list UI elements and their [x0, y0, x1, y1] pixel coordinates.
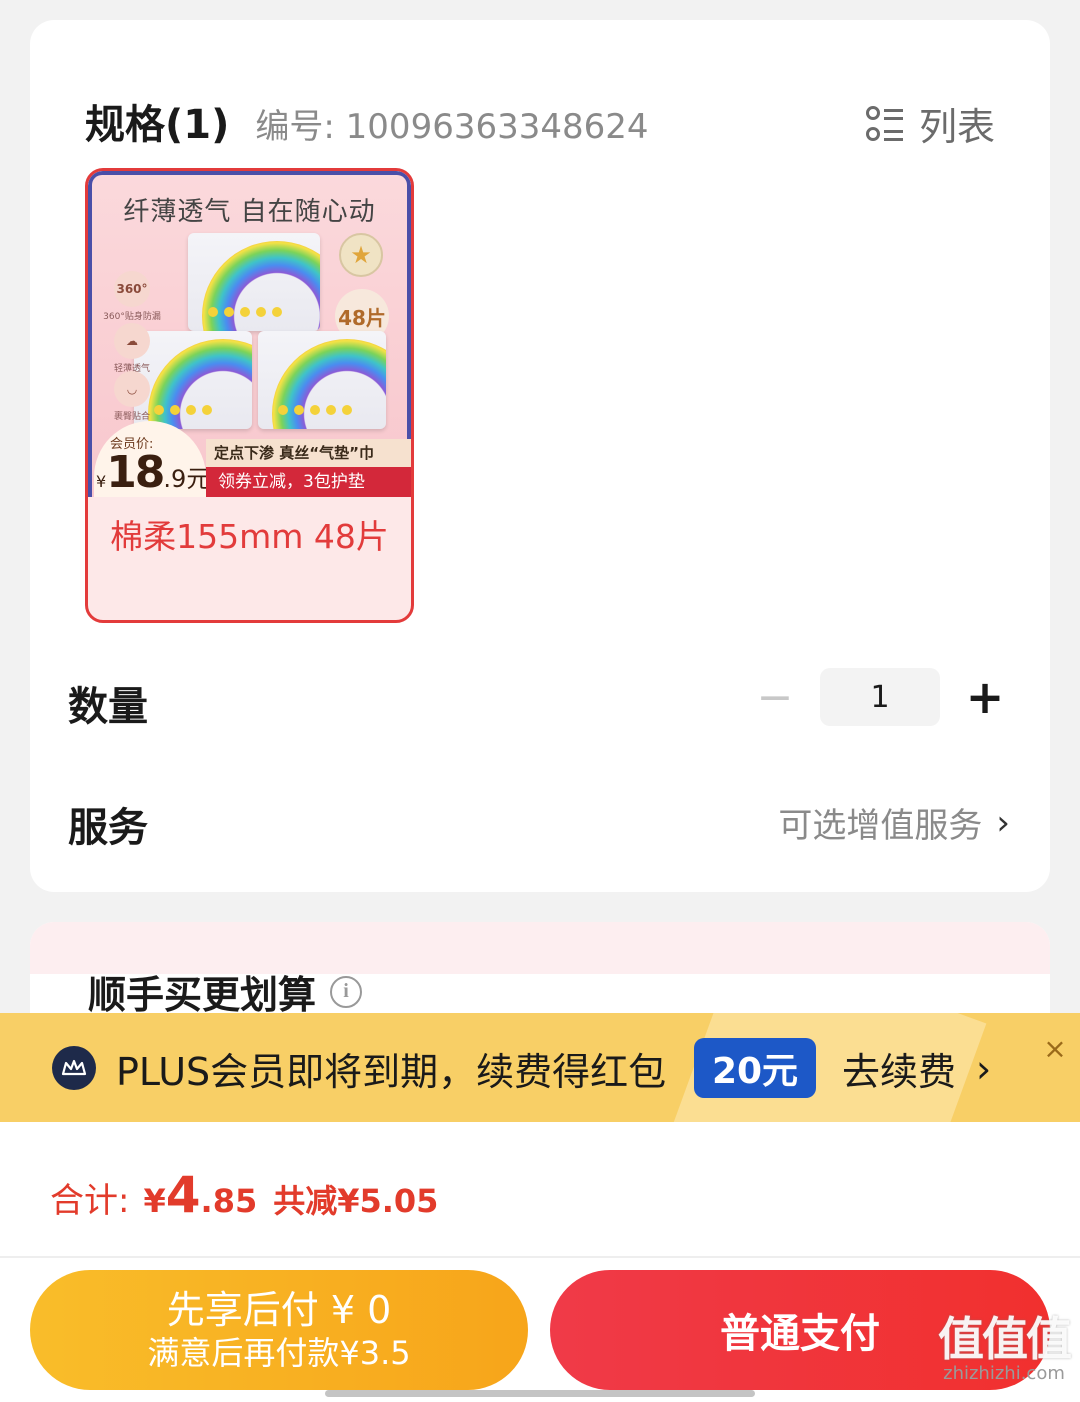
addon-title: 顺手买更划算 i — [88, 964, 363, 1019]
home-indicator[interactable] — [325, 1390, 755, 1397]
value-added-service-link[interactable]: 可选增值服务 › — [778, 798, 1010, 847]
product-pack-image — [258, 331, 386, 429]
pay-later-button[interactable]: 先享后付 ¥ 0 满意后再付款¥3.5 — [30, 1270, 528, 1390]
leakproof-icon: 360° — [114, 271, 150, 307]
increase-button[interactable]: + — [960, 668, 1010, 726]
plus-crown-icon — [52, 1046, 96, 1090]
sku-option[interactable]: 纤薄透气 自在随心动 ★ 48片 360° 360°贴身防漏 ☁ 轻薄透气 ◡ … — [85, 168, 414, 623]
quantity-stepper: − 1 + — [750, 668, 1010, 726]
decrease-button[interactable]: − — [750, 668, 800, 726]
checkout-bar: 合计: ¥4.85 共减¥5.05 先享后付 ¥ 0 满意后再付款¥3.5 普通… — [0, 1122, 1080, 1402]
feature-breathable: ☁ 轻薄透气 — [102, 323, 162, 374]
spec-card: 规格(1) 编号: 10096363348624 列表 纤薄透气 自在随心动 ★… — [30, 20, 1050, 892]
spec-title: 规格(1) — [85, 102, 230, 148]
spec-header: 规格(1) 编号: 10096363348624 — [85, 92, 649, 150]
feature-leakproof: 360° 360°贴身防漏 — [102, 271, 162, 322]
close-icon[interactable]: × — [1036, 1029, 1074, 1067]
divider — [0, 1256, 1080, 1258]
renew-button[interactable]: 去续费 › — [842, 1041, 991, 1096]
fit-icon: ◡ — [114, 371, 150, 407]
cloud-icon: ☁ — [114, 323, 150, 359]
member-price: ¥18.9元 — [96, 447, 211, 497]
promo-banner-red: 领券立减，3包护垫 — [206, 467, 411, 497]
feature-fit: ◡ 裹臀贴合 — [102, 371, 162, 422]
chevron-right-icon: › — [976, 1046, 992, 1091]
list-view-label: 列表 — [918, 105, 995, 149]
service-label: 服务 — [68, 805, 148, 851]
watermark-logo: 值值值 zhizhizhi.com — [938, 1312, 1072, 1384]
quantity-input[interactable]: 1 — [820, 668, 940, 726]
product-code: 编号: 10096363348624 — [255, 107, 649, 147]
list-view-icon — [865, 105, 903, 141]
total-label: 合计: — [50, 1181, 130, 1221]
sku-label: 棉柔155mm 48片 — [110, 517, 389, 556]
plus-renewal-banner[interactable]: PLUS会员即将到期，续费得红包 20元 去续费 › × — [0, 1013, 1080, 1122]
promo-banner-cream: 定点下渗 真丝“气垫”巾 — [206, 439, 411, 467]
total-amount-int: 4 — [165, 1166, 201, 1224]
product-pack-image — [188, 233, 320, 331]
total-amount-dec: .85 — [200, 1182, 258, 1220]
total-discount: 共减¥5.05 — [273, 1182, 439, 1220]
sku-image: 纤薄透气 自在随心动 ★ 48片 360° 360°贴身防漏 ☁ 轻薄透气 ◡ … — [88, 171, 411, 497]
image-headline: 纤薄透气 自在随心动 — [123, 197, 376, 227]
chevron-right-icon: › — [996, 802, 1010, 843]
order-total: 合计: ¥4.85 共减¥5.05 — [50, 1166, 439, 1224]
plus-banner-text: PLUS会员即将到期，续费得红包 — [116, 1050, 667, 1094]
list-view-toggle[interactable]: 列表 — [865, 96, 995, 151]
info-icon[interactable]: i — [330, 975, 363, 1008]
quantity-label: 数量 — [68, 684, 148, 730]
plus-red-packet-amount: 20元 — [694, 1038, 816, 1098]
service-value: 可选增值服务 — [778, 806, 983, 846]
star-badge-icon: ★ — [339, 233, 383, 277]
